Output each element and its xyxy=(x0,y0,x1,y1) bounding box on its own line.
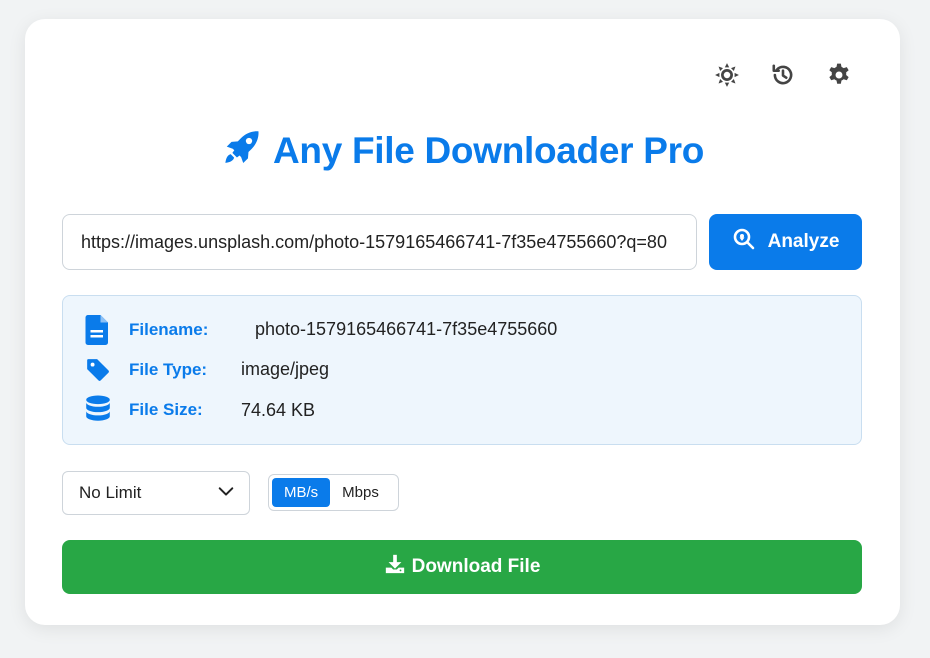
search-location-icon xyxy=(732,227,756,257)
analyze-button[interactable]: Analyze xyxy=(709,214,862,270)
file-info-panel: Filename: photo-1579165466741-7f35e47556… xyxy=(62,295,862,445)
unit-toggle: MB/s Mbps xyxy=(268,474,399,511)
analyze-label: Analyze xyxy=(767,231,840,252)
unit-mbs-button[interactable]: MB/s xyxy=(272,478,331,507)
download-button[interactable]: Download File xyxy=(62,540,862,594)
speed-limit-select[interactable]: No Limit xyxy=(62,471,250,515)
app-title: Any File Downloader Pro xyxy=(273,129,704,171)
url-input[interactable] xyxy=(62,214,697,270)
unit-mbps-button[interactable]: Mbps xyxy=(330,478,391,507)
database-icon xyxy=(83,395,113,425)
file-icon xyxy=(83,315,113,345)
filesize-row: File Size: xyxy=(83,395,203,425)
chevron-down-icon xyxy=(217,482,235,505)
filesize-label: File Size: xyxy=(129,400,203,419)
filetype-row: File Type: xyxy=(83,355,207,385)
filename-value: photo-1579165466741-7f35e4755660 xyxy=(255,319,558,339)
download-label: Download File xyxy=(411,556,541,577)
theme-toggle-icon[interactable] xyxy=(714,62,740,88)
filetype-value: image/jpeg xyxy=(241,359,330,379)
history-icon[interactable] xyxy=(770,62,796,88)
settings-icon[interactable] xyxy=(826,62,852,88)
speed-limit-value: No Limit xyxy=(79,483,142,502)
rocket-icon xyxy=(221,127,263,174)
page-title: Any File Downloader Pro xyxy=(25,127,900,174)
filetype-label: File Type: xyxy=(129,360,208,379)
download-icon xyxy=(384,553,406,581)
tag-icon xyxy=(83,355,113,385)
toolbar xyxy=(714,62,852,88)
filesize-value: 74.64 KB xyxy=(241,400,316,420)
downloader-card: Any File Downloader Pro Analyze xyxy=(25,19,900,625)
filename-row: Filename: xyxy=(83,315,208,345)
filename-label: Filename: xyxy=(129,320,209,339)
